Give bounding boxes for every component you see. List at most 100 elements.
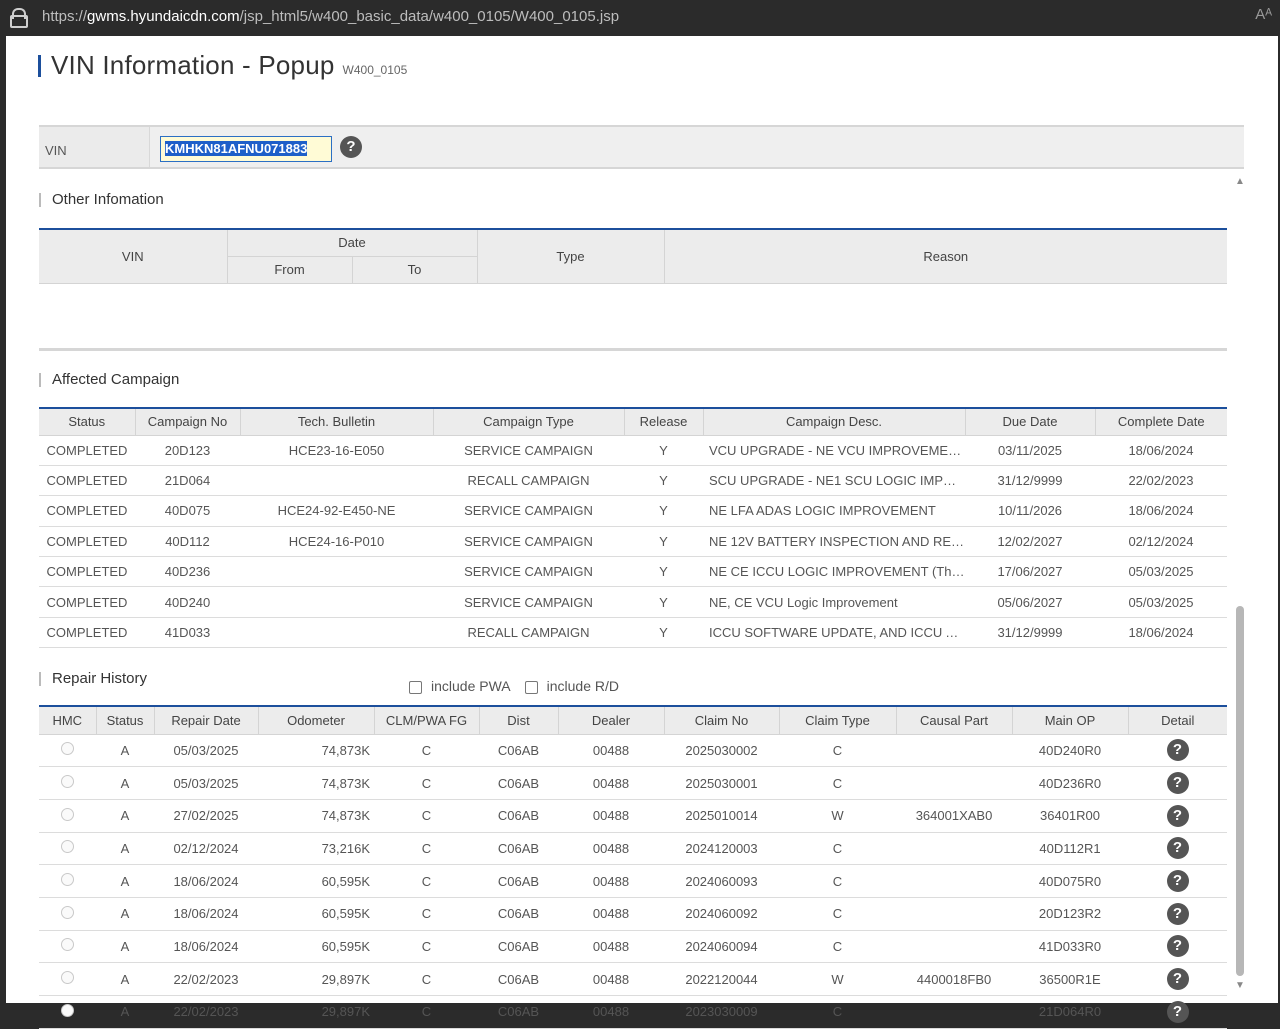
campaign-cell: HCE24-16-P010 <box>240 526 433 558</box>
campaign-cell: 18/06/2024 <box>1095 435 1227 466</box>
detail-help-icon[interactable]: ? <box>1166 804 1189 827</box>
campaign-cell: NE, CE VCU Logic Improvement <box>703 586 965 618</box>
detail-help-icon[interactable]: ? <box>1166 1000 1189 1023</box>
campaign-cell: 18/06/2024 <box>1095 495 1227 527</box>
repair-row[interactable]: A 18/06/2024 60,595K C C06AB 00488 2024060093 C… <box>39 864 1227 898</box>
vin-input[interactable]: KMHKN81AFNU071883 <box>160 136 332 162</box>
reader-view-icon[interactable]: Aᴬ <box>1255 6 1272 23</box>
campaign-row[interactable]: COMPLETED 40D240 SERVICE CAMPAIGN Y NE, CE V… <box>39 586 1227 618</box>
repair-cell: C06AB <box>479 995 558 1029</box>
repair-cell: 60,595K <box>258 864 374 898</box>
scroll-content: Other Infomation VIN Date Type Reason Fr… <box>39 171 1244 1029</box>
section-bar <box>39 372 41 387</box>
browser-url-bar[interactable]: https://gwms.hyundaicdn.com/jsp_html5/w4… <box>0 0 1280 32</box>
campaign-table-body: COMPLETED 20D123 HCE23-16-E050 SERVICE CAMP… <box>39 435 1227 649</box>
repair-table-body: A 05/03/2025 74,873K C C06AB 00488 2025030002 C… <box>39 734 1227 1029</box>
hmc-radio[interactable] <box>61 971 74 985</box>
campaign-cell <box>240 465 433 497</box>
hmc-radio[interactable] <box>61 840 74 854</box>
campaign-row[interactable]: COMPLETED 40D075 HCE24-92-E450-NE SERVICE C… <box>39 495 1227 527</box>
repair-cell: A <box>96 864 154 898</box>
include-rd-checkbox[interactable] <box>524 681 538 694</box>
repair-cell: 60,595K <box>258 930 374 964</box>
repair-cell: 41D033R0 <box>1012 930 1128 964</box>
detail-help-icon[interactable]: ? <box>1166 739 1189 762</box>
campaign-column-header: Status <box>39 408 136 436</box>
page-title: VIN Information - Popup <box>51 50 335 80</box>
detail-cell: ? <box>1128 962 1227 996</box>
hmc-radio[interactable] <box>61 905 74 919</box>
detail-help-icon[interactable]: ? <box>1166 902 1189 925</box>
repair-row[interactable]: A 22/02/2023 29,897K C C06AB 00488 2022120044 W… <box>39 962 1227 996</box>
repair-column-header: Main OP <box>1012 706 1129 735</box>
campaign-row[interactable]: COMPLETED 40D112 HCE24-16-P010 SERVICE CAMP… <box>39 526 1227 558</box>
column-header-to: To <box>352 256 478 284</box>
repair-row[interactable]: A 05/03/2025 74,873K C C06AB 00488 2025030002 C… <box>39 734 1227 768</box>
hmc-cell <box>39 832 96 866</box>
campaign-cell: 12/02/2027 <box>965 526 1095 558</box>
detail-help-icon[interactable]: ? <box>1166 968 1189 991</box>
repair-row[interactable]: A 18/06/2024 60,595K C C06AB 00488 2024060092 C… <box>39 897 1227 931</box>
repair-cell: C <box>374 930 479 964</box>
include-pwa-label[interactable]: include PWA <box>431 678 511 694</box>
repair-row[interactable]: A 05/03/2025 74,873K C C06AB 00488 2025030001 C… <box>39 766 1227 800</box>
column-header-date: Date <box>227 229 478 257</box>
hmc-cell <box>39 930 96 964</box>
repair-row[interactable]: A 22/02/2023 29,897K C C06AB 00488 2023030009 C… <box>39 995 1227 1029</box>
repair-cell: 2025030001 <box>664 766 779 800</box>
campaign-cell: COMPLETED <box>39 495 135 527</box>
campaign-row[interactable]: COMPLETED 21D064 RECALL CAMPAIGN Y SCU UPGRA… <box>39 465 1227 497</box>
repair-cell: C <box>779 897 896 931</box>
detail-help-icon[interactable]: ? <box>1166 837 1189 860</box>
vin-search-row: VIN KMHKN81AFNU071883 ? <box>39 125 1244 169</box>
detail-help-icon[interactable]: ? <box>1166 870 1189 893</box>
campaign-column-header: Due Date <box>965 408 1096 436</box>
vin-help-icon[interactable]: ? <box>340 136 362 158</box>
hmc-radio[interactable] <box>61 938 74 952</box>
repair-cell <box>896 930 1012 964</box>
repair-cell: 60,595K <box>258 897 374 931</box>
detail-cell: ? <box>1128 766 1227 800</box>
hmc-radio[interactable] <box>61 873 74 887</box>
repair-cell: 00488 <box>558 995 664 1029</box>
repair-cell: 00488 <box>558 832 664 866</box>
campaign-cell: 20D123 <box>135 435 240 466</box>
campaign-column-header: Tech. Bulletin <box>240 408 434 436</box>
detail-help-icon[interactable]: ? <box>1166 935 1189 958</box>
hmc-radio[interactable] <box>61 775 74 789</box>
repair-row[interactable]: A 27/02/2025 74,873K C C06AB 00488 2025010014 W… <box>39 799 1227 833</box>
campaign-cell <box>240 556 433 588</box>
hmc-cell <box>39 799 96 833</box>
column-header-vin: VIN <box>39 229 228 284</box>
campaign-row[interactable]: COMPLETED 20D123 HCE23-16-E050 SERVICE CAMP… <box>39 435 1227 466</box>
repair-cell: W <box>779 962 896 996</box>
repair-cell: C <box>779 930 896 964</box>
hmc-radio[interactable] <box>61 742 74 756</box>
detail-cell: ? <box>1128 995 1227 1029</box>
column-header-reason: Reason <box>664 229 1227 284</box>
repair-cell: A <box>96 766 154 800</box>
include-rd-label[interactable]: include R/D <box>547 678 619 694</box>
detail-help-icon[interactable]: ? <box>1166 772 1189 795</box>
hmc-radio[interactable] <box>61 1003 74 1017</box>
repair-cell: C <box>779 995 896 1029</box>
campaign-row[interactable]: COMPLETED 40D236 SERVICE CAMPAIGN Y NE CE IC… <box>39 556 1227 588</box>
campaign-column-header: Complete Date <box>1095 408 1227 436</box>
repair-cell: 00488 <box>558 897 664 931</box>
campaign-column-header: Campaign Desc. <box>703 408 966 436</box>
campaign-cell: COMPLETED <box>39 435 135 466</box>
repair-row[interactable]: A 18/06/2024 60,595K C C06AB 00488 2024060094 C… <box>39 930 1227 964</box>
title-accent-bar <box>38 54 41 77</box>
campaign-cell: 17/06/2027 <box>965 556 1095 588</box>
include-pwa-checkbox[interactable] <box>409 681 422 694</box>
hmc-cell <box>39 962 96 996</box>
repair-cell <box>896 897 1012 931</box>
repair-row[interactable]: A 02/12/2024 73,216K C C06AB 00488 2024120003 C… <box>39 832 1227 866</box>
hmc-radio[interactable] <box>61 807 74 821</box>
repair-cell <box>896 995 1012 1029</box>
repair-cell: 21D064R0 <box>1012 995 1128 1029</box>
campaign-row[interactable]: COMPLETED 41D033 RECALL CAMPAIGN Y ICCU SOFT… <box>39 617 1227 649</box>
repair-cell <box>896 766 1012 800</box>
campaign-cell: 05/06/2027 <box>965 586 1095 618</box>
column-header-from: From <box>227 256 353 284</box>
